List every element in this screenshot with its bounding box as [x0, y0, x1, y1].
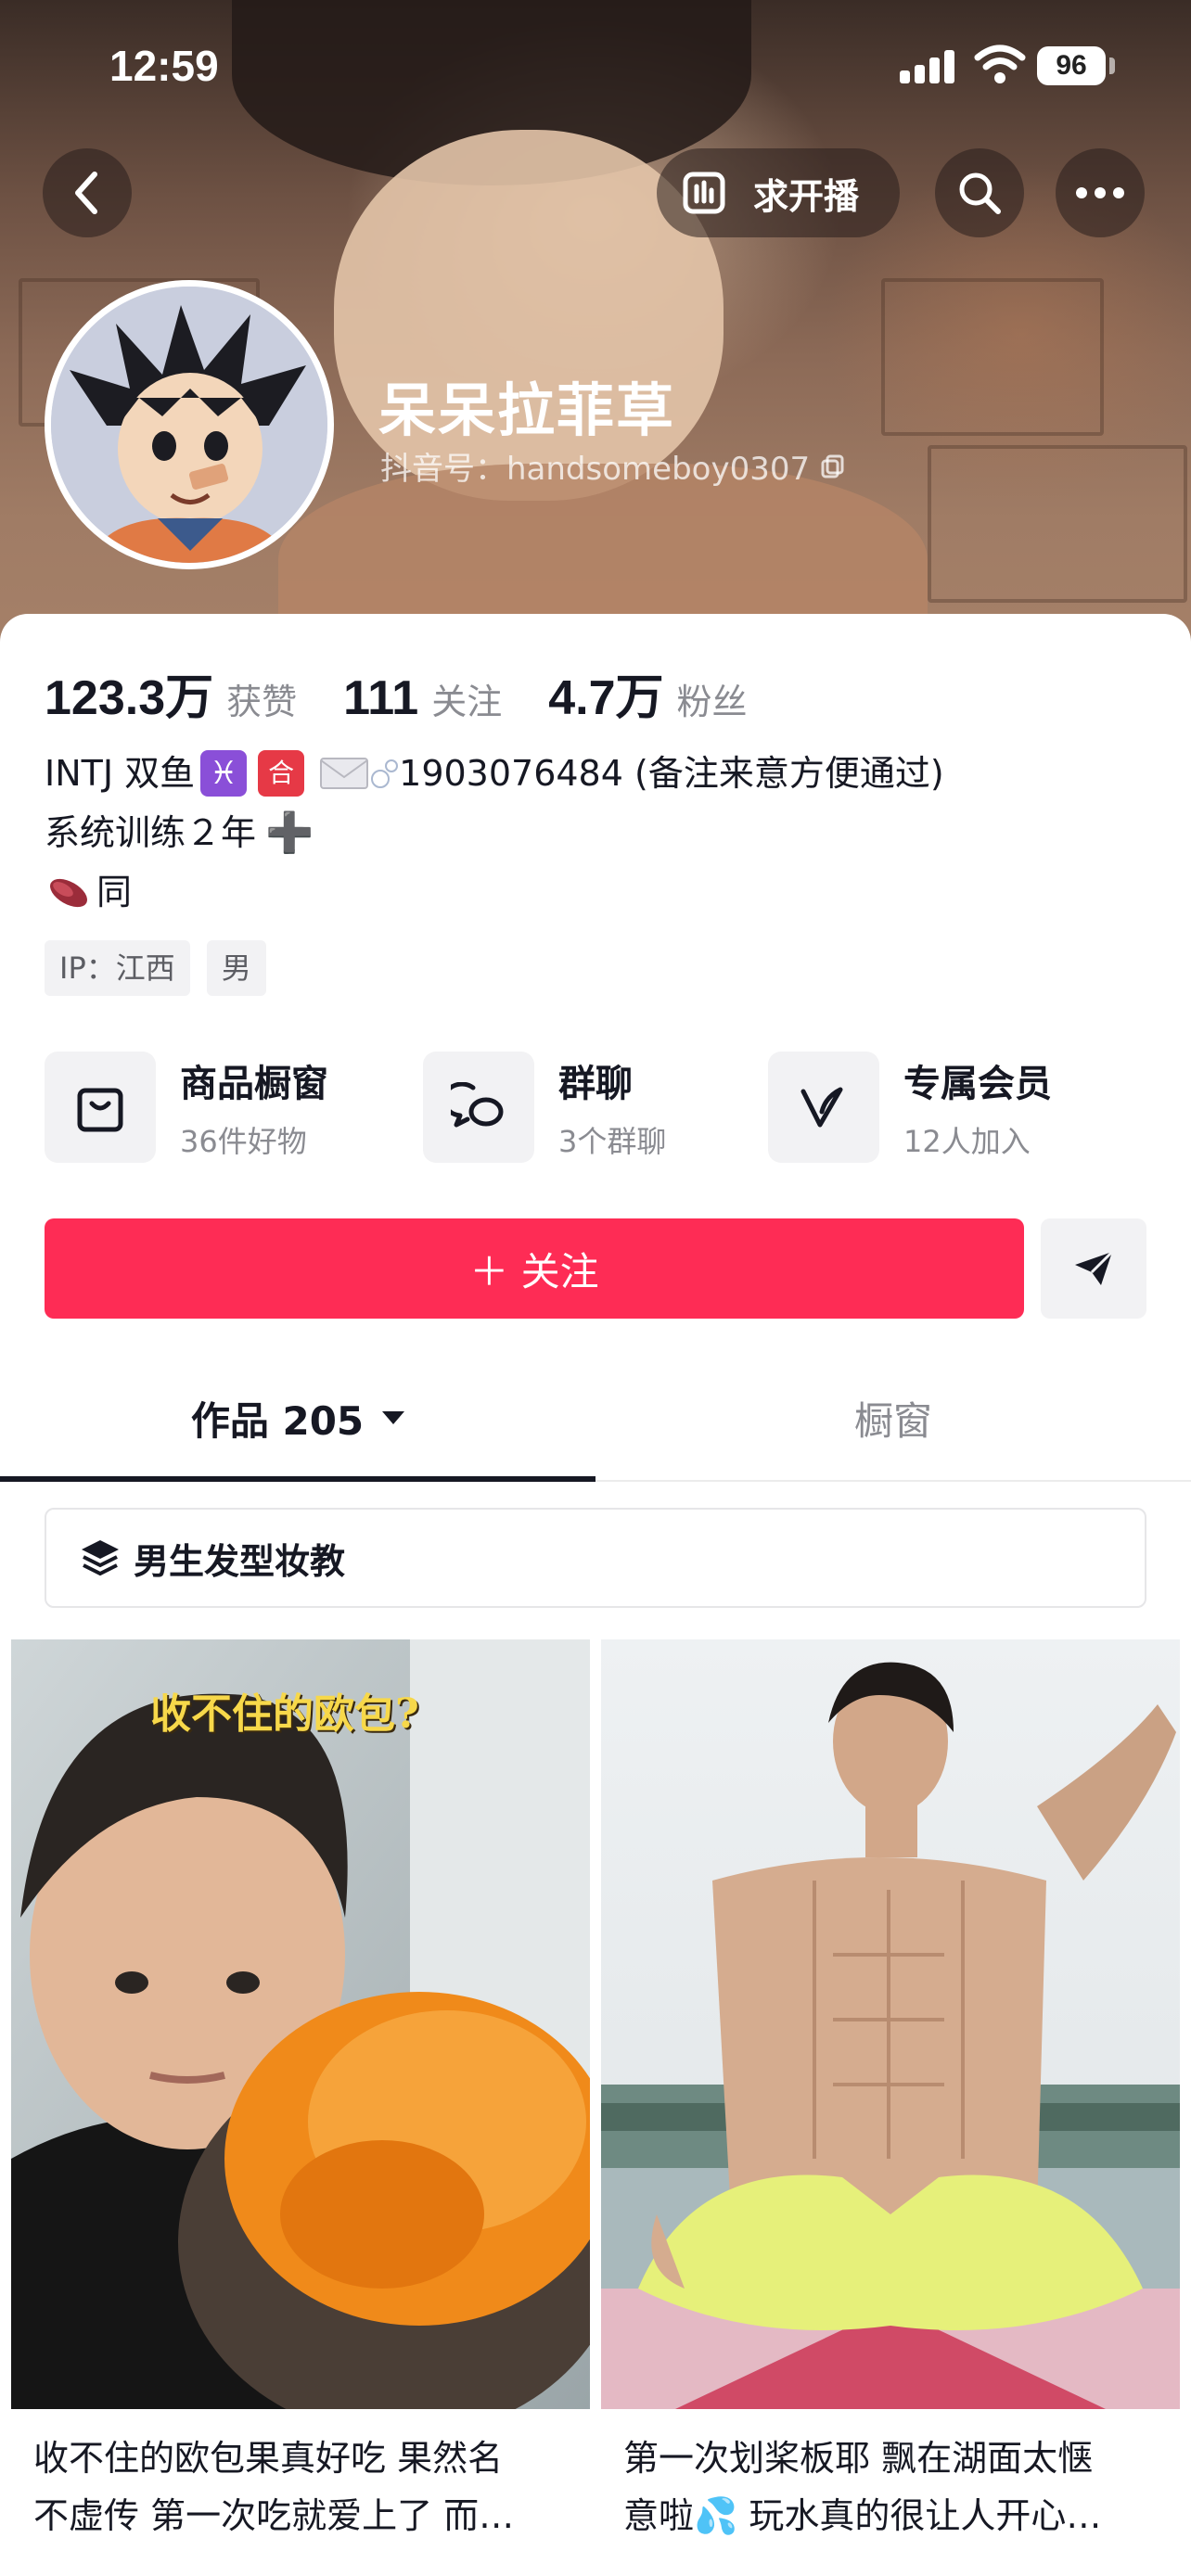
battery-tip — [1109, 57, 1115, 74]
bio-line1-prefix: INTJ 双鱼 — [45, 753, 196, 794]
likes-count: 123.3万 — [45, 671, 214, 725]
collection-entry[interactable]: 男生发型妆教 — [45, 1508, 1146, 1608]
following-label[interactable]: 关注 — [431, 673, 502, 724]
tab-shop-label: 橱窗 — [853, 1397, 932, 1444]
feature-entries: 商品橱窗 36件好物 群聊 3个群聊 专属会员 12人加入 — [45, 1052, 1148, 1167]
video-caption: 第一次划桨板耶 飘在湖面太惬 意啦💦 玩水真的很让人开心… — [623, 2429, 1169, 2544]
feature-shop-subtitle: 36件好物 — [180, 1124, 307, 1159]
likes-label: 获赞 — [226, 682, 298, 722]
ip-location-tag: IP：江西 — [45, 940, 190, 996]
follow-button[interactable]: ＋ 关注 — [45, 1218, 1024, 1319]
feature-vip-icon-box — [768, 1052, 879, 1163]
profile-nickname: 呆呆拉菲草 — [378, 376, 676, 444]
profile-stats: 123.3万 获赞 111 关注 4.7万 粉丝 — [45, 658, 748, 728]
request-live-label: 求开播 — [753, 175, 860, 217]
more-dots-icon — [1076, 187, 1124, 198]
request-live-button[interactable]: 求开播 — [657, 148, 900, 237]
search-button[interactable] — [935, 148, 1024, 237]
message-button[interactable] — [1041, 1218, 1146, 1319]
pisces-icon: ♓ — [200, 750, 248, 797]
envelope-icon — [320, 758, 369, 789]
bio-line3: 同 — [96, 872, 133, 912]
tab-works[interactable]: 作品 205 — [0, 1356, 596, 1480]
bubbles-icon — [371, 759, 399, 788]
video-caption: 收不住的欧包果真好吃 果然名 不虚传 第一次吃就爱上了 而… — [33, 2429, 579, 2544]
video-overlay-text: 收不住的欧包? — [150, 1690, 419, 1738]
tab-works-label: 作品 205 — [190, 1397, 365, 1444]
followers-label[interactable]: 粉丝 — [677, 673, 748, 724]
cellular-signal-icon — [900, 48, 957, 83]
feature-vip-title: 专属会员 — [903, 1063, 1052, 1105]
more-button[interactable] — [1056, 148, 1145, 237]
avatar-cartoon-icon — [51, 287, 327, 563]
he-ideograph-icon: 合 — [258, 750, 305, 797]
wifi-icon — [974, 45, 1026, 83]
video-thumbnail[interactable] — [601, 1639, 1180, 2409]
collection-label: 男生发型妆教 — [134, 1540, 346, 1582]
back-button[interactable] — [43, 148, 132, 237]
layers-icon — [82, 1540, 119, 1576]
content-tabs: 作品 205 橱窗 — [0, 1356, 1191, 1482]
chevron-left-icon — [75, 172, 97, 214]
status-time: 12:59 — [109, 42, 219, 90]
feature-chat-title: 群聊 — [558, 1063, 633, 1105]
video-caption-line: 意啦💦 玩水真的很让人开心… — [623, 2495, 1102, 2536]
video-item[interactable]: 收不住的欧包? 收不住的欧包果真好吃 果然名 不虚传 第一次吃就爱上了 而… — [11, 1639, 590, 2576]
avatar[interactable] — [45, 280, 334, 569]
video-caption-line: 不虚传 第一次吃就爱上了 而… — [33, 2495, 515, 2536]
profile-bio: INTJ 双鱼 ♓ 合 1903076484 (备注来意方便通过) 系统训练２年… — [45, 744, 944, 922]
feature-chat-subtitle: 3个群聊 — [558, 1124, 667, 1159]
plus-icon: ➕ — [265, 810, 314, 855]
feature-membership[interactable]: 专属会员 12人加入 — [768, 1052, 1052, 1163]
profile-tags: IP：江西 男 — [45, 940, 283, 996]
paper-plane-icon — [1075, 1250, 1114, 1285]
vip-v-icon — [800, 1087, 843, 1128]
video-thumbnail-image — [601, 1639, 1180, 2409]
douyin-id-text: 抖音号：handsomeboy0307 — [380, 451, 811, 488]
video-caption-line: 收不住的欧包果真好吃 果然名 — [33, 2438, 504, 2479]
video-item[interactable]: 第一次划桨板耶 飘在湖面太惬 意啦💦 玩水真的很让人开心… — [601, 1639, 1180, 2576]
feature-chat-icon-box — [423, 1052, 534, 1163]
sweet-potato-icon — [50, 878, 87, 908]
douyin-id-row[interactable]: 抖音号：handsomeboy0307 — [380, 443, 845, 489]
following-count[interactable]: 111 — [343, 670, 418, 726]
bio-line2: 系统训练２年 — [45, 812, 257, 853]
search-icon — [959, 172, 1001, 214]
tab-shop-window[interactable]: 橱窗 — [596, 1356, 1191, 1480]
gender-tag: 男 — [206, 940, 266, 996]
copy-icon[interactable] — [821, 454, 845, 478]
caret-down-icon — [382, 1411, 405, 1424]
video-thumbnail-image — [11, 1639, 590, 2409]
video-thumbnail[interactable]: 收不住的欧包? — [11, 1639, 590, 2409]
profile-card: 123.3万 获赞 111 关注 4.7万 粉丝 INTJ 双鱼 ♓ 合 190… — [0, 614, 1191, 2576]
feature-group-chat[interactable]: 群聊 3个群聊 — [423, 1052, 666, 1163]
chat-bubbles-icon — [451, 1082, 504, 1128]
feature-vip-subtitle: 12人加入 — [903, 1124, 1031, 1159]
bio-contact: 1903076484 (备注来意方便通过) — [399, 753, 944, 794]
battery-level: 96 — [1037, 46, 1106, 85]
shopping-bag-icon — [77, 1088, 123, 1132]
video-caption-line: 第一次划桨板耶 飘在湖面太惬 — [623, 2438, 1094, 2479]
followers-count[interactable]: 4.7万 — [548, 658, 663, 728]
tab-active-indicator — [0, 1476, 596, 1482]
feature-shop-title: 商品橱窗 — [180, 1063, 328, 1105]
live-chart-icon — [683, 172, 725, 214]
feature-shop-icon-box — [45, 1052, 156, 1163]
feature-shop-window[interactable]: 商品橱窗 36件好物 — [45, 1052, 328, 1163]
